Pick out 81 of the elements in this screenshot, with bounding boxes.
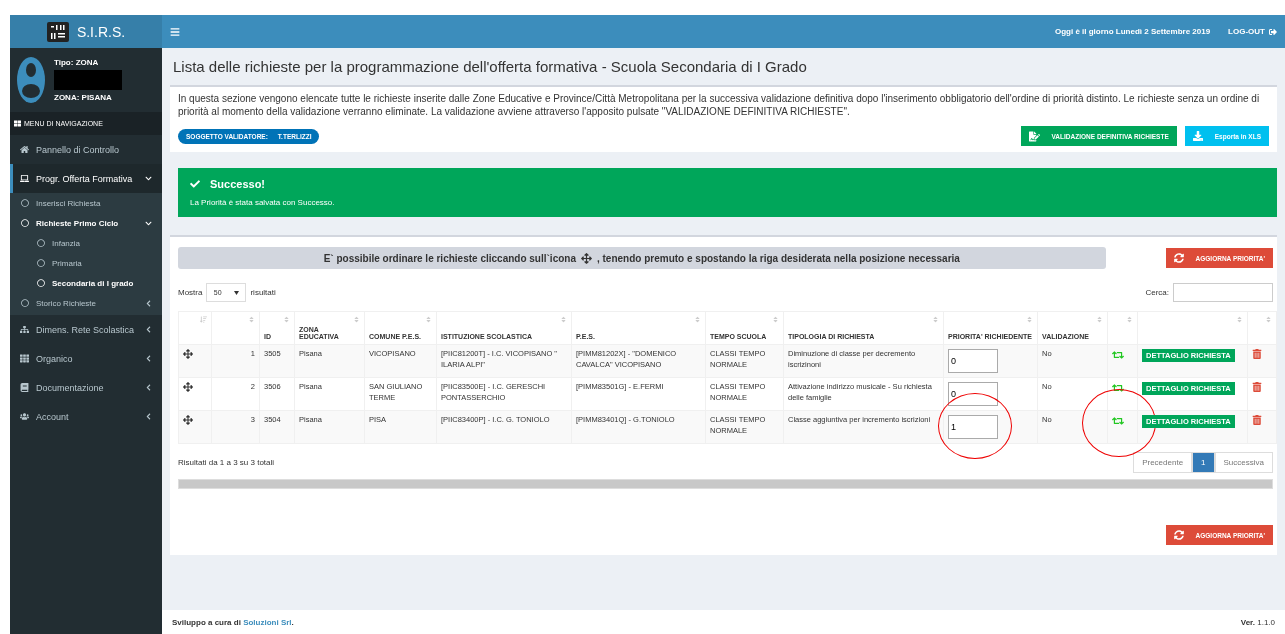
sort-icon xyxy=(425,316,432,323)
chevron-left-icon xyxy=(145,413,152,420)
nav-item[interactable]: Documentazione xyxy=(10,373,162,402)
version-text: Ver. 1.1.0 xyxy=(1240,617,1275,627)
instruction-text: , tenendo premuto e spostando la riga desiderata nella posizione necessaria xyxy=(597,252,960,264)
sort-icon xyxy=(283,316,290,323)
info-text: In questa sezione vengono elencate tutte le richieste inserite dalle Zone Educative e Province/Città Metropolitana per la successiva validazione definitiva dopo l'inserimento obbligatorio dell'ordine di priorità distinto. Le richieste senza un ordine di priorità al momento della validazione verranno eliminate. La validazione avviene attraverso l'apposito pulsate "VALIDAZIONE DEFINITIVA RICHIESTE". xyxy=(178,93,1261,118)
redacted-block xyxy=(54,70,122,90)
priority-input[interactable]: 1 xyxy=(948,415,998,439)
grid-icon xyxy=(20,354,29,363)
chevron-down-icon xyxy=(145,175,152,182)
chevron-left-icon xyxy=(145,355,152,362)
document-icon xyxy=(1028,130,1040,142)
sort-icon xyxy=(772,316,779,323)
sort-icon xyxy=(1236,316,1243,323)
priority-input[interactable]: 0 xyxy=(948,349,998,373)
move-icon[interactable] xyxy=(183,415,193,425)
move-icon[interactable] xyxy=(183,382,193,392)
footer-credit: Sviluppo a cura di Soluzioni Srl. xyxy=(172,617,294,627)
sort-icon xyxy=(1026,316,1033,323)
logout-link[interactable]: LOG-OUT xyxy=(1228,27,1277,36)
download-icon xyxy=(1192,131,1203,141)
user-zone: ZONA: PISANA xyxy=(54,93,113,102)
refresh-icon[interactable] xyxy=(1112,382,1124,394)
book-icon xyxy=(20,383,29,392)
delete-icon[interactable] xyxy=(1252,349,1262,359)
results-summary: Risultati da 1 a 3 su 3 totali xyxy=(178,458,275,467)
refresh-icon xyxy=(1173,530,1184,540)
app-logo-text: S.I.R.S. xyxy=(76,23,126,40)
chevron-left-icon xyxy=(145,299,152,307)
nav-item[interactable]: Progr. Offerta Formativa xyxy=(10,164,162,193)
chevron-left-icon xyxy=(145,326,152,333)
sort-icon xyxy=(353,316,360,323)
nav-item[interactable]: Organico xyxy=(10,344,162,373)
alert-message: La Priorità è stata salvata con Successo. xyxy=(190,198,336,207)
chevron-left-icon xyxy=(145,384,152,391)
pagination-link[interactable]: Precedente xyxy=(1133,452,1193,473)
length-label: Mostra xyxy=(178,288,203,297)
logout-icon xyxy=(1269,27,1277,36)
laptop-icon xyxy=(20,174,29,183)
priority-input[interactable]: 0 xyxy=(948,382,998,406)
logo-icon xyxy=(46,21,69,42)
grid-icon xyxy=(14,120,21,127)
users-icon xyxy=(20,412,29,421)
home-icon xyxy=(20,145,29,154)
check-icon xyxy=(190,179,200,189)
alert-title: Successo! xyxy=(210,178,266,190)
instruction-text: E` possibile ordinare le richieste cliccando sull`icona xyxy=(323,252,576,264)
user-type: Tipo: ZONA xyxy=(54,58,100,67)
nav-item[interactable]: Pannello di Controllo xyxy=(10,135,162,164)
delete-icon[interactable] xyxy=(1252,382,1262,392)
nav-item[interactable]: Account xyxy=(10,402,162,431)
sort-icon xyxy=(694,316,701,323)
search-label: Cerca: xyxy=(1145,288,1169,297)
chevron-down-icon xyxy=(145,219,152,227)
length-label: risultati xyxy=(250,288,276,297)
column-header[interactable] xyxy=(1107,311,1138,345)
nav-item[interactable]: Dimens. Rete Scolastica xyxy=(10,315,162,344)
sort-icon xyxy=(1096,316,1103,323)
current-date: Oggi è il giorno Lunedì 2 Settembre 2019 xyxy=(1054,27,1211,36)
sort-icon xyxy=(1126,316,1133,323)
sort-icon xyxy=(200,316,207,323)
sort-icon xyxy=(560,316,567,323)
move-icon[interactable] xyxy=(183,349,193,359)
menu-icon[interactable] xyxy=(170,26,180,37)
company-link[interactable]: Soluzioni Srl xyxy=(243,617,292,627)
horizontal-scrollbar[interactable] xyxy=(178,479,1273,489)
page-title: Lista delle richieste per la programmazione dell'offerta formativa - Scuola Secondaria di I Grado xyxy=(173,58,808,75)
user-avatar-icon xyxy=(16,56,46,104)
pagination-link[interactable]: 1 xyxy=(1192,452,1215,473)
sort-icon xyxy=(932,316,939,323)
delete-icon[interactable] xyxy=(1252,415,1262,425)
caret-down-icon xyxy=(234,290,240,295)
search-field[interactable] xyxy=(1173,283,1273,302)
pagination-link[interactable]: Successiva xyxy=(1214,452,1273,473)
refresh-icon xyxy=(1173,253,1184,263)
sort-icon xyxy=(1265,316,1272,323)
sitemap-icon xyxy=(20,325,29,334)
column-header[interactable] xyxy=(211,311,260,345)
sort-icon xyxy=(248,316,255,323)
move-icon xyxy=(581,252,592,264)
